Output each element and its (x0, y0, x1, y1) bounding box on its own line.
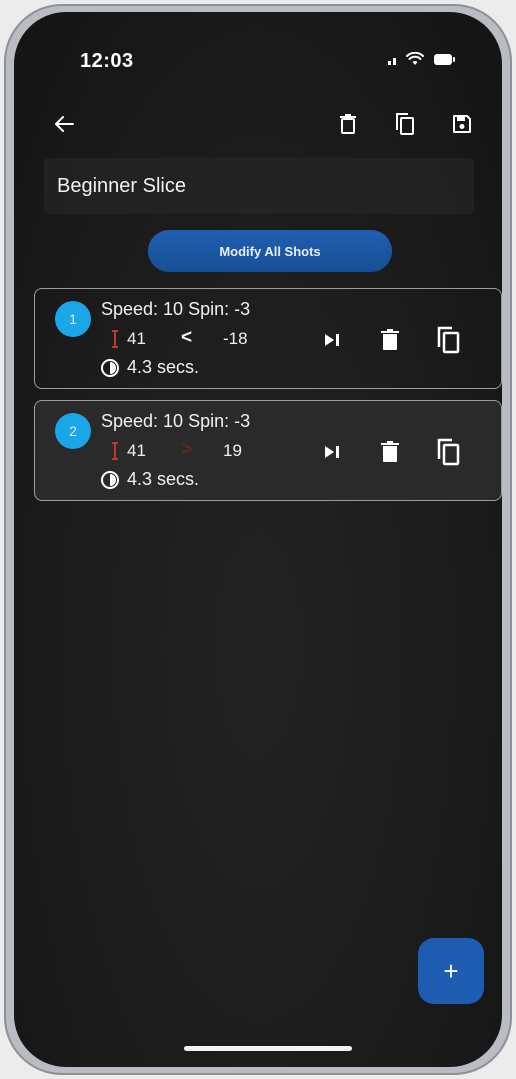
copy-icon (437, 326, 460, 354)
delete-shot-button[interactable] (373, 435, 407, 469)
shot-card-1[interactable]: 1 Speed: 10 Spin: -3 41 < -18 4.3 secs. (34, 288, 502, 389)
home-indicator (184, 1046, 352, 1051)
phone-frame: 12:03 Beginner Slice Modify All Shots 1 … (4, 4, 512, 1075)
timer-icon (101, 470, 119, 489)
back-button[interactable] (48, 108, 80, 140)
height-pin-icon (112, 442, 118, 460)
direction-arrow: > (181, 439, 193, 460)
trash-icon (381, 329, 399, 350)
duplicate-shot-button[interactable] (431, 323, 465, 357)
routine-name-field[interactable]: Beginner Slice (44, 158, 474, 214)
status-icons (388, 52, 455, 66)
signal-icon (388, 53, 396, 65)
skip-next-icon (325, 334, 339, 346)
back-arrow-icon (55, 116, 74, 132)
shot-number-badge: 1 (55, 301, 91, 337)
shot-height-value: 41 (127, 329, 146, 348)
copy-icon (437, 438, 460, 466)
skip-next-icon (325, 446, 339, 458)
app-bar (14, 100, 502, 150)
trash-icon (340, 114, 356, 134)
battery-icon (434, 53, 455, 65)
routine-name: Beginner Slice (57, 174, 186, 197)
shot-card-2[interactable]: 2 Speed: 10 Spin: -3 41 > 19 4.3 secs. (34, 400, 502, 501)
play-from-here-button[interactable] (315, 435, 349, 469)
shot-placement-row: 41 > 19 (111, 439, 291, 463)
shot-height-value: 41 (127, 441, 146, 460)
shot-speed-spin: Speed: 10 Spin: -3 (101, 411, 251, 431)
play-from-here-button[interactable] (315, 323, 349, 357)
status-time: 12:03 (80, 50, 134, 72)
shot-duration: 4.3 secs. (127, 469, 200, 489)
delete-shot-button[interactable] (373, 323, 407, 357)
plus-icon: + (443, 955, 459, 986)
height-pin-icon (112, 330, 118, 348)
shot-duration-row: 4.3 secs. (101, 469, 199, 490)
shot-direction-value: 19 (223, 441, 242, 460)
trash-icon (381, 441, 399, 462)
shot-number-badge: 2 (55, 413, 91, 449)
wifi-icon (406, 52, 424, 65)
delete-button[interactable] (332, 108, 364, 140)
shot-placement-row: 41 < -18 (111, 327, 291, 351)
save-button[interactable] (446, 108, 478, 140)
save-icon (453, 115, 471, 133)
duplicate-button[interactable] (388, 108, 420, 140)
duplicate-shot-button[interactable] (431, 435, 465, 469)
shot-duration-row: 4.3 secs. (101, 357, 199, 378)
shot-speed-spin: Speed: 10 Spin: -3 (101, 299, 251, 319)
direction-arrow: < (181, 327, 193, 348)
modify-all-shots-button[interactable]: Modify All Shots (148, 230, 392, 272)
add-shot-button[interactable]: + (418, 938, 484, 1004)
timer-icon (101, 358, 119, 377)
shot-duration: 4.3 secs. (127, 357, 200, 377)
shot-direction-value: -18 (223, 329, 248, 348)
copy-icon (396, 113, 414, 135)
app-screen: 12:03 Beginner Slice Modify All Shots 1 … (14, 12, 502, 1067)
